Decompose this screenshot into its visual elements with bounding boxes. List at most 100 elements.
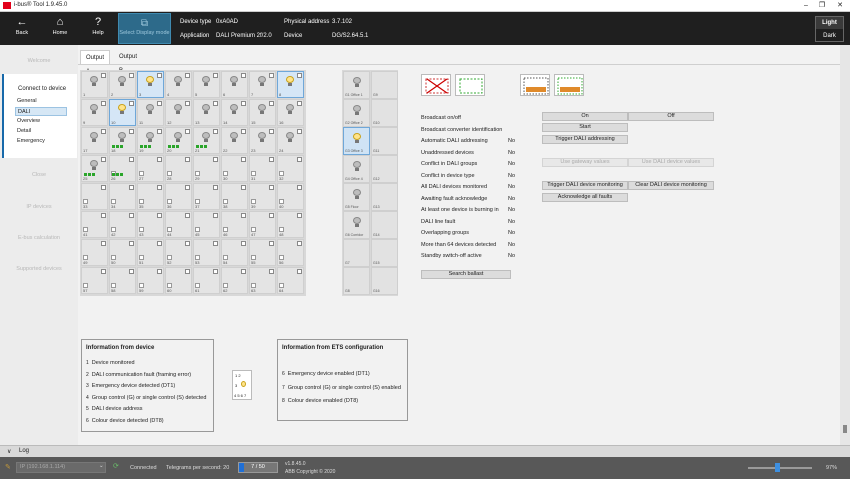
select-checkbox[interactable] [297, 157, 302, 162]
search-ballast-button[interactable]: Search ballast [421, 270, 511, 279]
select-checkbox[interactable] [129, 73, 134, 78]
sidebar-item-ip-devices[interactable]: IP devices [0, 204, 78, 210]
select-checkbox[interactable] [185, 157, 190, 162]
zoom-slider-thumb[interactable] [775, 463, 780, 472]
sidebar-item-welcome[interactable]: Welcome [0, 58, 78, 64]
select-checkbox[interactable] [101, 185, 106, 190]
device-cell[interactable]: 33 [81, 183, 108, 210]
device-cell[interactable]: 5 [193, 71, 220, 98]
sidebar-item-dali[interactable]: DALI [15, 107, 67, 116]
select-display-mode-button[interactable]: ⧉ Select Display mode [118, 13, 171, 44]
device-cell[interactable]: 57 [81, 267, 108, 294]
select-checkbox[interactable] [129, 213, 134, 218]
select-checkbox[interactable] [297, 241, 302, 246]
group-cell[interactable]: G16 [371, 267, 398, 295]
device-cell[interactable]: 32 [277, 155, 304, 182]
device-cell[interactable]: 18 [109, 127, 136, 154]
select-checkbox[interactable] [213, 185, 218, 190]
select-checkbox[interactable] [129, 241, 134, 246]
select-checkbox[interactable] [101, 129, 106, 134]
device-cell[interactable]: 53 [193, 239, 220, 266]
device-cell[interactable]: 63 [249, 267, 276, 294]
chevron-down-icon[interactable]: ∨ [7, 448, 11, 455]
group-cell[interactable]: G6 Corridor [343, 211, 370, 239]
select-checkbox[interactable] [157, 213, 162, 218]
select-checkbox[interactable] [157, 101, 162, 106]
select-checkbox[interactable] [129, 129, 134, 134]
device-cell[interactable]: 34 [109, 183, 136, 210]
device-cell[interactable]: 21 [193, 127, 220, 154]
device-cell[interactable]: 51 [137, 239, 164, 266]
select-checkbox[interactable] [241, 157, 246, 162]
device-cell[interactable]: 14 [221, 99, 248, 126]
select-checkbox[interactable] [157, 157, 162, 162]
device-cell[interactable]: 13 [193, 99, 220, 126]
select-checkbox[interactable] [269, 269, 274, 274]
device-cell[interactable]: 52 [165, 239, 192, 266]
use-gateway-values-button[interactable]: Use gateway values [542, 158, 628, 167]
device-cell[interactable]: 4 [165, 71, 192, 98]
select-checkbox[interactable] [185, 73, 190, 78]
tab-output-b[interactable]: Output B [114, 50, 142, 74]
sidebar-item-emergency[interactable]: Emergency [15, 137, 67, 146]
device-cell[interactable]: 38 [221, 183, 248, 210]
device-cell[interactable]: 37 [193, 183, 220, 210]
device-cell[interactable]: 1 [81, 71, 108, 98]
select-checkbox[interactable] [269, 157, 274, 162]
select-checkbox[interactable] [101, 269, 106, 274]
clear-dali-monitoring-button[interactable]: Clear DALI device monitoring [628, 181, 714, 190]
select-checkbox[interactable] [101, 73, 106, 78]
select-checkbox[interactable] [269, 73, 274, 78]
zoom-slider[interactable] [748, 467, 812, 469]
device-cell[interactable]: 36 [165, 183, 192, 210]
start-button[interactable]: Start [542, 123, 628, 132]
device-cell[interactable]: 49 [81, 239, 108, 266]
filter-faulty-icon[interactable] [421, 74, 451, 96]
select-checkbox[interactable] [185, 185, 190, 190]
chevron-down-icon[interactable]: ⌄ [99, 463, 104, 469]
device-cell[interactable]: 22 [221, 127, 248, 154]
sidebar-item-detail[interactable]: Detail [15, 127, 67, 136]
select-checkbox[interactable] [157, 185, 162, 190]
trigger-dali-addressing-button[interactable]: Trigger DALI addressing [542, 135, 628, 144]
select-checkbox[interactable] [297, 129, 302, 134]
select-checkbox[interactable] [185, 101, 190, 106]
sidebar-item-supported-devices[interactable]: Supported devices [0, 266, 78, 272]
device-cell[interactable]: 29 [193, 155, 220, 182]
device-cell[interactable]: 64 [277, 267, 304, 294]
device-cell[interactable]: 47 [249, 211, 276, 238]
device-cell[interactable]: 58 [109, 267, 136, 294]
device-cell[interactable]: 42 [109, 211, 136, 238]
sidebar-item-close[interactable]: Close [0, 172, 78, 178]
device-cell[interactable]: 9 [81, 99, 108, 126]
device-cell[interactable]: 31 [249, 155, 276, 182]
device-cell[interactable]: 28 [165, 155, 192, 182]
device-cell[interactable]: 12 [165, 99, 192, 126]
select-checkbox[interactable] [101, 101, 106, 106]
select-checkbox[interactable] [297, 101, 302, 106]
select-checkbox[interactable] [185, 129, 190, 134]
group-cell[interactable]: G9 [371, 71, 398, 99]
log-bar[interactable]: ∨ Log [0, 445, 850, 457]
select-checkbox[interactable] [269, 213, 274, 218]
select-checkbox[interactable] [241, 213, 246, 218]
device-cell[interactable]: 50 [109, 239, 136, 266]
select-checkbox[interactable] [129, 157, 134, 162]
group-cell[interactable]: G10 [371, 99, 398, 127]
minimize-icon[interactable]: – [798, 1, 814, 11]
filter-group-icon[interactable] [554, 74, 584, 96]
select-checkbox[interactable] [241, 185, 246, 190]
ip-select[interactable]: IP (192.168.1.114) [16, 462, 106, 473]
group-cell[interactable]: G13 [371, 183, 398, 211]
device-cell[interactable]: 24 [277, 127, 304, 154]
device-cell[interactable]: 45 [193, 211, 220, 238]
select-checkbox[interactable] [157, 241, 162, 246]
device-cell[interactable]: 20 [165, 127, 192, 154]
group-cell[interactable]: G4 Office 4 [343, 155, 370, 183]
select-checkbox[interactable] [213, 269, 218, 274]
device-cell[interactable]: 43 [137, 211, 164, 238]
select-checkbox[interactable] [185, 269, 190, 274]
maximize-icon[interactable]: ❐ [814, 1, 830, 11]
filter-all-icon[interactable] [520, 74, 550, 96]
group-cell[interactable]: G7 [343, 239, 370, 267]
